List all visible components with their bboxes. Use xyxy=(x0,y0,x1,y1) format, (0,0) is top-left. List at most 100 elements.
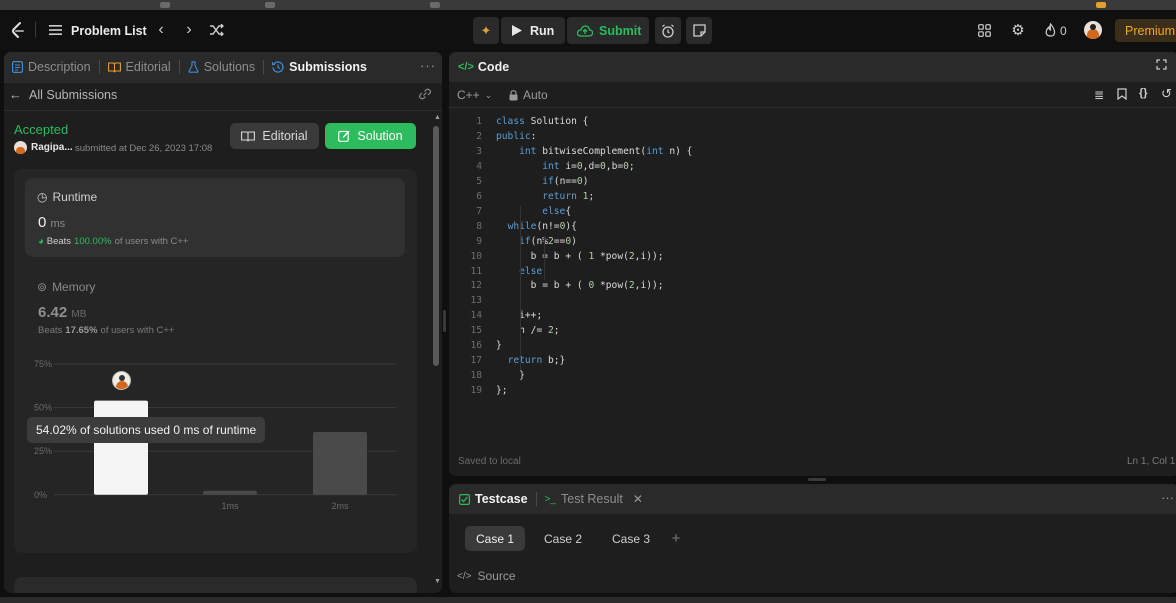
code-line[interactable]: } xyxy=(496,370,525,381)
case-2-tab[interactable]: Case 2 xyxy=(533,526,593,551)
code-line[interactable]: } xyxy=(496,340,502,351)
book-icon xyxy=(107,61,121,72)
cloud-upload-icon xyxy=(577,24,593,37)
submit-button[interactable]: Submit xyxy=(567,17,649,44)
note-icon xyxy=(692,24,706,37)
case-3-tab[interactable]: Case 3 xyxy=(601,526,661,551)
tab-editorial[interactable]: Editorial xyxy=(107,60,171,74)
problem-list-link[interactable]: Problem List xyxy=(71,24,147,38)
close-icon[interactable]: ✕ xyxy=(633,492,643,506)
timer-button[interactable] xyxy=(655,17,681,44)
notes-button[interactable] xyxy=(686,17,712,44)
auto-mode-toggle[interactable]: Auto xyxy=(509,88,548,102)
run-button[interactable]: Run xyxy=(501,17,565,44)
layout-grid-icon[interactable] xyxy=(977,23,991,37)
line-number: 9 xyxy=(476,235,482,247)
code-line[interactable]: return b;} xyxy=(496,355,566,366)
terminal-icon: >_ xyxy=(544,493,556,505)
chart-bar xyxy=(313,432,367,495)
chip-icon: ⊚ xyxy=(37,280,48,294)
tab-testcase[interactable]: Testcase xyxy=(459,492,528,506)
editorial-button[interactable]: Editorial xyxy=(230,123,319,149)
source-toggle[interactable]: </> Source xyxy=(457,569,516,583)
braces-icon[interactable]: {} xyxy=(1139,87,1148,99)
y-tick-label: 75% xyxy=(34,359,52,369)
divider xyxy=(35,22,36,38)
tab-testcase-label: Testcase xyxy=(475,492,528,506)
memory-number: 6.42 xyxy=(38,304,68,321)
streak-flame-icon[interactable] xyxy=(1043,22,1057,38)
code-line[interactable]: if(n==0) xyxy=(496,176,588,187)
cursor-position: Ln 1, Col 1 xyxy=(1127,456,1176,467)
editorial-button-label: Editorial xyxy=(262,129,308,143)
streak-count: 0 xyxy=(1060,24,1067,38)
source-label: Source xyxy=(477,569,516,583)
your-submission-marker xyxy=(112,371,131,390)
tab-description[interactable]: Description xyxy=(12,60,91,74)
code-line[interactable]: else{ xyxy=(496,206,571,217)
document-icon xyxy=(12,61,23,73)
tab-solutions[interactable]: Solutions xyxy=(188,60,255,74)
tab-favicon xyxy=(430,2,440,8)
more-options-icon[interactable]: ··· xyxy=(1161,490,1174,505)
tab-favicon xyxy=(265,2,275,8)
code-line[interactable]: int i=0,d=0,b=0; xyxy=(496,161,634,172)
y-tick-label: 25% xyxy=(34,446,52,456)
share-link-icon[interactable] xyxy=(418,88,432,103)
more-options-icon[interactable]: ··· xyxy=(420,58,436,73)
line-number: 1 xyxy=(476,116,482,127)
testcase-tab-bar: Testcase >_ Test Result ✕ ··· xyxy=(449,484,1176,514)
user-avatar[interactable] xyxy=(1084,21,1102,39)
vertical-resize-handle[interactable] xyxy=(443,310,446,332)
format-code-icon[interactable]: ≣ xyxy=(1094,88,1104,102)
code-line[interactable]: public: xyxy=(496,131,536,142)
list-icon[interactable] xyxy=(48,23,62,37)
code-line[interactable]: n /= 2; xyxy=(496,325,559,336)
tab-submissions-label: Submissions xyxy=(289,60,367,74)
leetcode-logo-icon[interactable] xyxy=(9,21,27,39)
line-number: 5 xyxy=(476,175,482,187)
debug-button[interactable]: ✦ xyxy=(473,17,499,44)
add-case-icon[interactable]: + xyxy=(667,526,685,551)
chevron-down-icon: ⌄ xyxy=(484,89,493,100)
code-panel-header: </> Code xyxy=(449,52,1176,82)
solution-button[interactable]: Solution xyxy=(325,123,416,149)
language-select[interactable]: C++ ⌄ xyxy=(457,88,492,102)
line-number: 14 xyxy=(470,310,482,322)
code-line[interactable]: while(n!=0){ xyxy=(496,221,577,232)
shuffle-icon[interactable] xyxy=(208,23,224,37)
username[interactable]: Ragipa... xyxy=(31,142,73,153)
reset-code-icon[interactable]: ↺ xyxy=(1161,86,1172,102)
all-submissions-label: All Submissions xyxy=(29,87,118,102)
code-line[interactable]: return 1; xyxy=(496,191,594,202)
left-scrollbar[interactable]: ▲ ▼ xyxy=(432,112,441,588)
code-line[interactable]: b = b + ( 1 *pow(2,i)); xyxy=(496,251,664,262)
left-tab-bar: Description Editorial Solutions Submissi… xyxy=(4,52,442,82)
tab-test-result[interactable]: >_ Test Result xyxy=(545,492,623,506)
code-line[interactable]: if(n%2==0) xyxy=(496,236,577,247)
horizontal-resize-handle[interactable] xyxy=(808,478,826,481)
code-line[interactable]: }; xyxy=(496,385,508,396)
prev-problem-icon[interactable]: ‹ xyxy=(154,21,168,38)
bookmark-icon[interactable] xyxy=(1117,88,1127,103)
runtime-distribution-chart[interactable]: 75%50%25%0%1ms2ms1ms2ms xyxy=(4,342,434,554)
maximize-icon[interactable] xyxy=(1156,59,1167,73)
edit-icon xyxy=(338,130,350,142)
book-icon xyxy=(241,130,256,141)
all-submissions-link[interactable]: ← All Submissions xyxy=(9,87,117,102)
code-line[interactable]: class Solution { xyxy=(496,116,588,127)
settings-gear-icon[interactable]: ⚙ xyxy=(1010,22,1026,39)
premium-button[interactable]: Premium xyxy=(1115,19,1176,42)
code-line[interactable]: b = b + ( 0 *pow(2,i)); xyxy=(496,280,664,291)
tab-submissions[interactable]: Submissions xyxy=(272,60,367,74)
divider xyxy=(4,82,442,83)
line-number: 3 xyxy=(476,145,482,157)
next-problem-icon[interactable]: › xyxy=(182,21,196,38)
code-line[interactable]: int bitwiseComplement(int n) { xyxy=(496,146,692,157)
case-1-tab[interactable]: Case 1 xyxy=(465,526,525,551)
speed-icon: ◕ xyxy=(38,236,44,247)
runtime-title: ◷ Runtime xyxy=(37,190,97,204)
line-number: 4 xyxy=(476,160,482,172)
memory-title[interactable]: ⊚ Memory xyxy=(37,280,95,294)
runtime-number: 0 xyxy=(38,214,47,231)
